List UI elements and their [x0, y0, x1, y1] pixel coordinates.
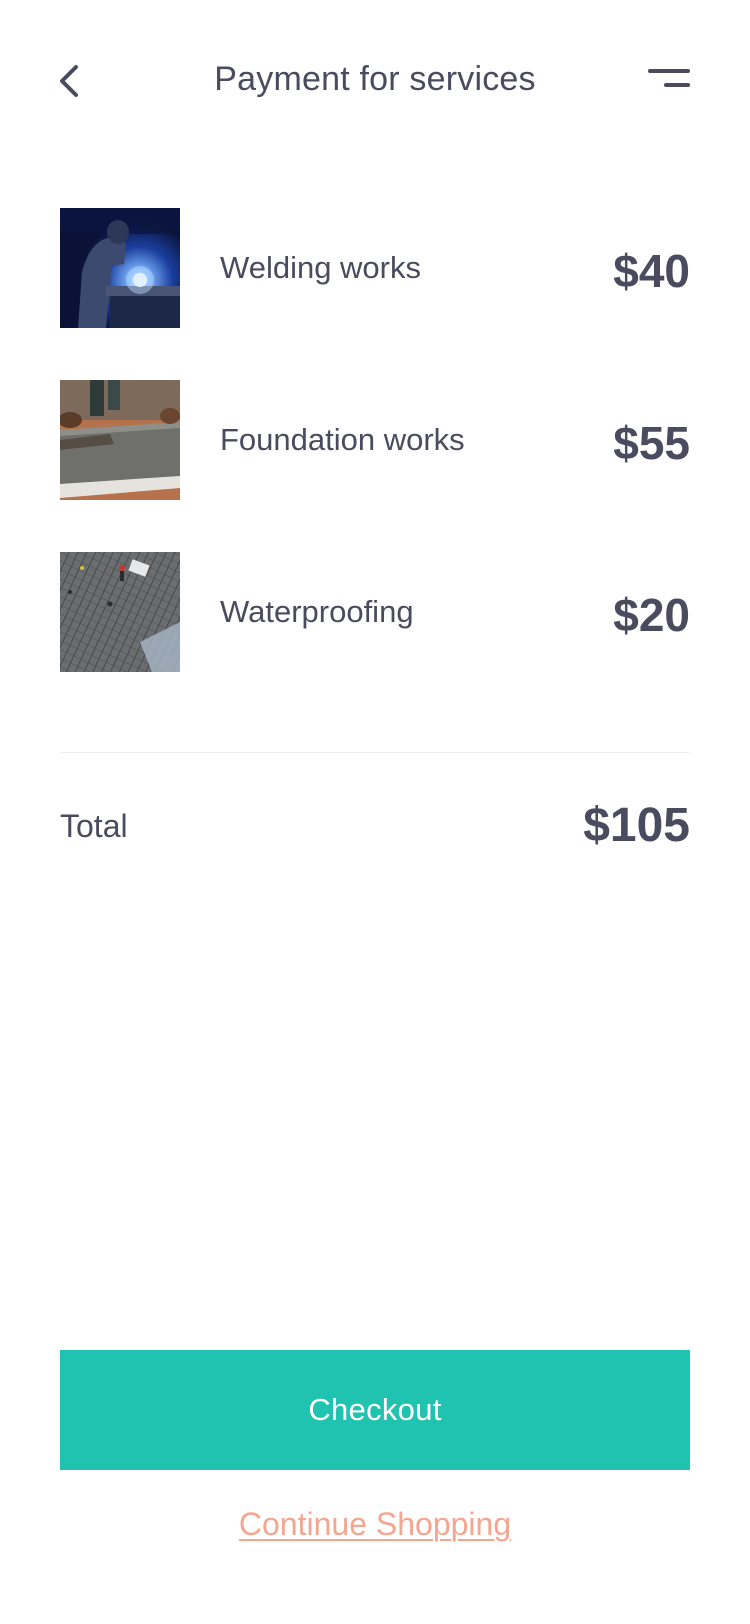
- service-item-waterproofing[interactable]: Waterproofing $20: [60, 552, 690, 672]
- continue-shopping-label: Continue Shopping: [238, 1506, 512, 1542]
- checkout-button[interactable]: Checkout: [60, 1350, 690, 1470]
- total-label: Total: [60, 808, 128, 844]
- service-name: Welding works: [220, 250, 422, 285]
- header: Payment for services: [0, 0, 750, 170]
- service-item-welding[interactable]: Welding works $40: [60, 208, 690, 328]
- service-price: $40: [613, 245, 690, 297]
- service-list: Welding works $40 Foundation works $55 W…: [60, 208, 690, 724]
- service-price: $55: [613, 417, 690, 469]
- service-name: Foundation works: [220, 422, 465, 457]
- foundation-photo: [60, 380, 180, 500]
- service-item-foundation[interactable]: Foundation works $55: [60, 380, 690, 500]
- total-value: $105: [583, 799, 690, 852]
- service-price: $20: [613, 589, 690, 641]
- menu-button[interactable]: [648, 66, 692, 96]
- divider: [60, 752, 690, 753]
- service-name: Waterproofing: [220, 594, 414, 629]
- continue-shopping-link[interactable]: Continue Shopping: [0, 1506, 750, 1543]
- waterproofing-photo: [60, 552, 180, 672]
- welding-photo: [60, 208, 180, 328]
- page-title: Payment for services: [214, 60, 536, 98]
- menu-icon: [648, 69, 690, 87]
